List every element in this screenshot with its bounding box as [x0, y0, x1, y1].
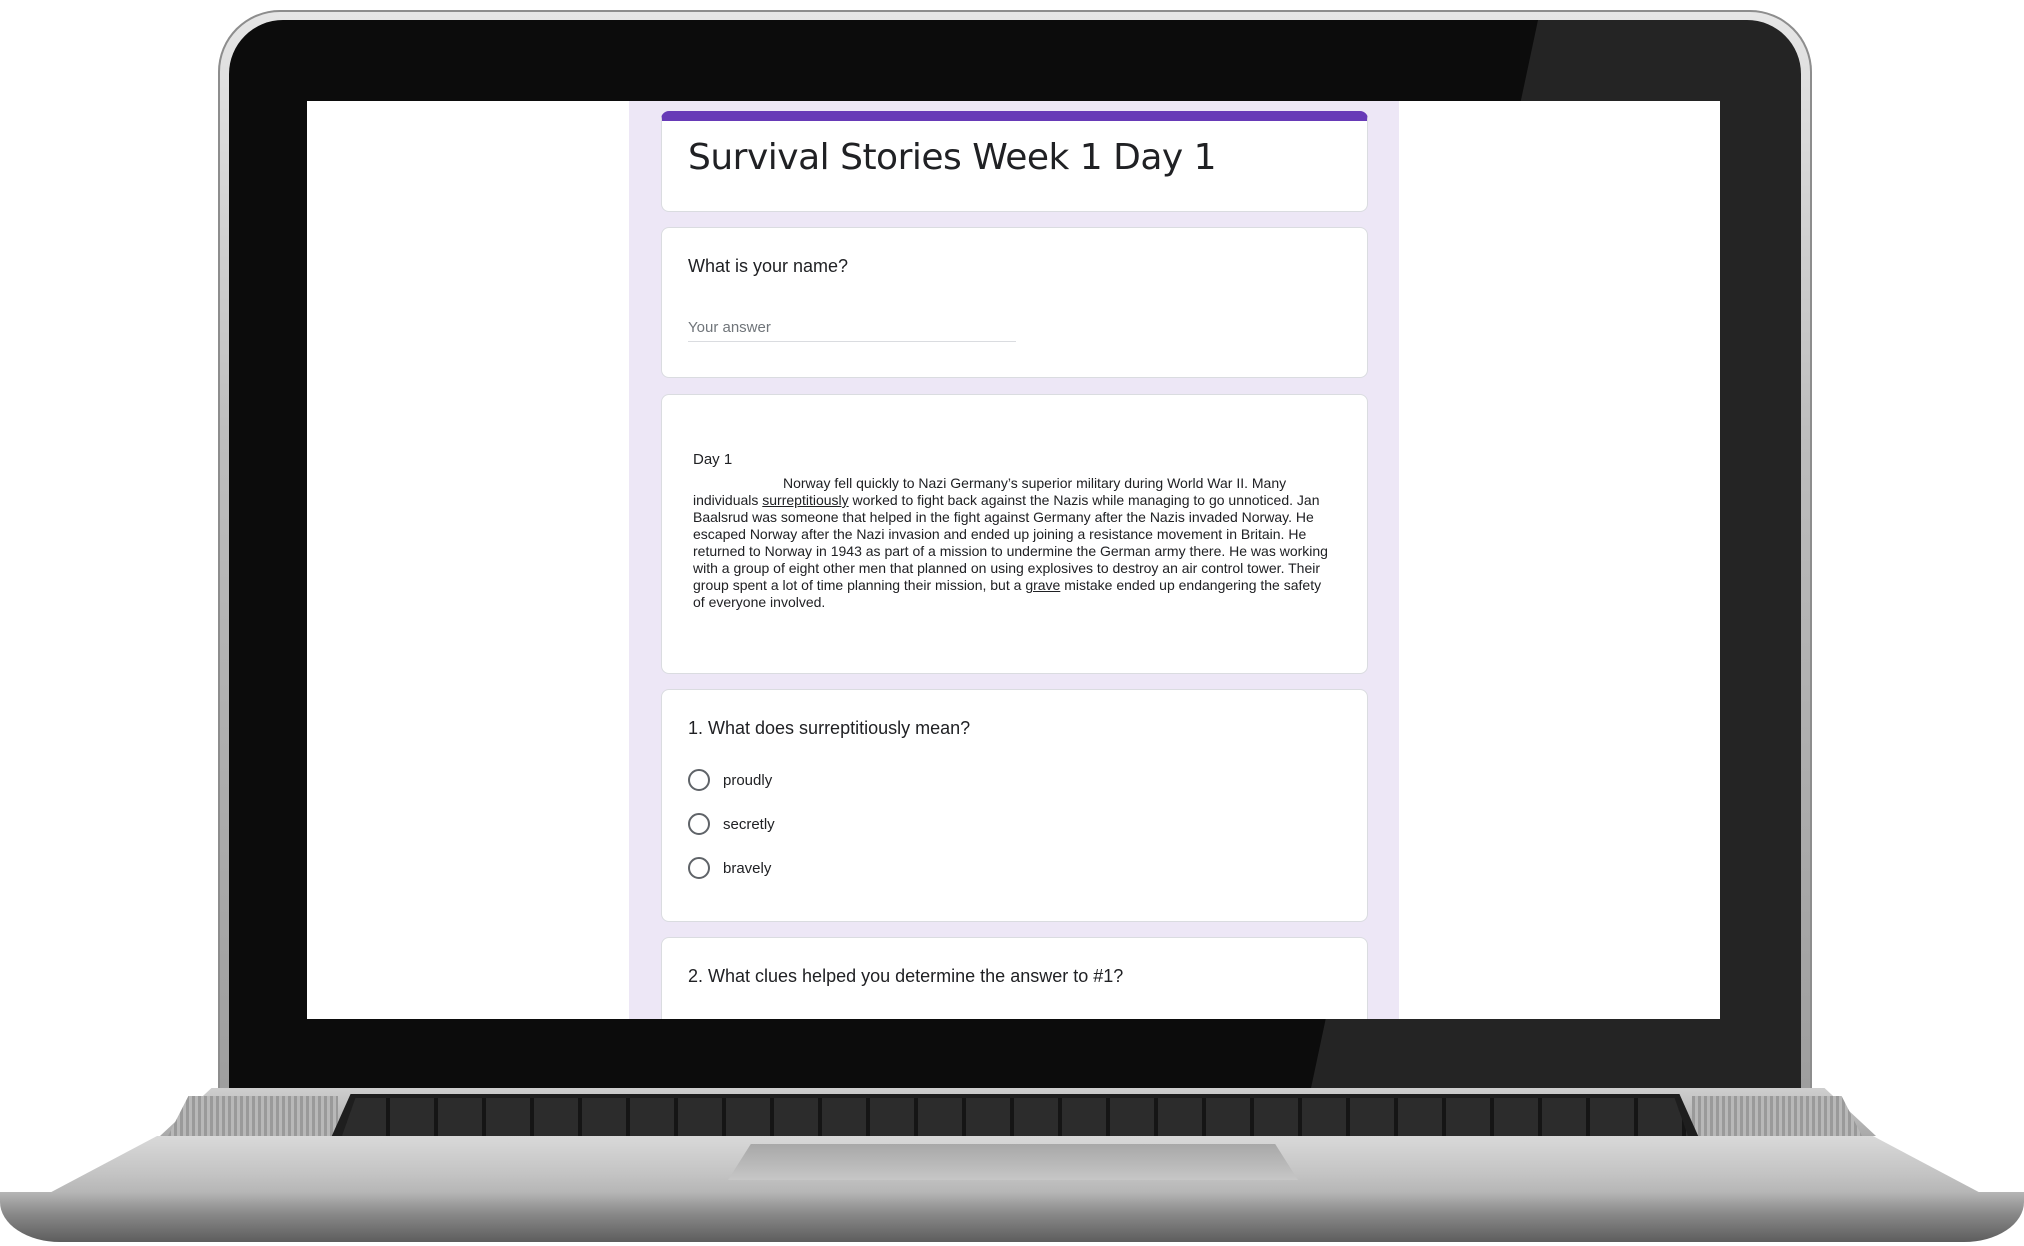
option-label: proudly: [723, 771, 773, 789]
passage-card: Day 1 Norway fell quickly to Nazi German…: [661, 394, 1368, 674]
name-question-label: What is your name?: [688, 256, 849, 276]
question-1-label: 1. What does surreptitiously mean?: [688, 718, 971, 738]
question-2-label: 2. What clues helped you determine the a…: [688, 966, 1124, 986]
keyboard-keys: [342, 1098, 1688, 1136]
vocab-word-surreptitiously: surreptitiously: [762, 492, 849, 508]
radio-button[interactable]: [688, 813, 710, 835]
question-1-options: proudly secretly bravely: [688, 768, 775, 900]
option-label: bravely: [723, 859, 772, 877]
speaker-grille-right: [1692, 1096, 1862, 1136]
name-answer-input[interactable]: [688, 314, 1016, 342]
question-2-card: 2. What clues helped you determine the a…: [661, 937, 1368, 1019]
vocab-word-grave: grave: [1025, 577, 1061, 593]
laptop-screen: Survival Stories Week 1 Day 1 What is yo…: [307, 101, 1720, 1019]
option-bravely[interactable]: bravely: [688, 856, 775, 880]
form-title: Survival Stories Week 1 Day 1: [688, 137, 1217, 178]
question-1-card: 1. What does surreptitiously mean? proud…: [661, 689, 1368, 922]
option-proudly[interactable]: proudly: [688, 768, 775, 792]
option-secretly[interactable]: secretly: [688, 812, 775, 836]
passage-heading: Day 1: [693, 451, 733, 468]
form-title-card: Survival Stories Week 1 Day 1: [661, 111, 1368, 212]
passage-text: Norway fell quickly to Nazi Germany’s su…: [693, 475, 1333, 611]
trackpad: [728, 1144, 1298, 1180]
radio-button[interactable]: [688, 769, 710, 791]
radio-button[interactable]: [688, 857, 710, 879]
option-label: secretly: [723, 815, 775, 833]
speaker-grille-left: [168, 1096, 338, 1136]
name-question-card: What is your name?: [661, 227, 1368, 378]
laptop-front-edge: [0, 1192, 2024, 1242]
